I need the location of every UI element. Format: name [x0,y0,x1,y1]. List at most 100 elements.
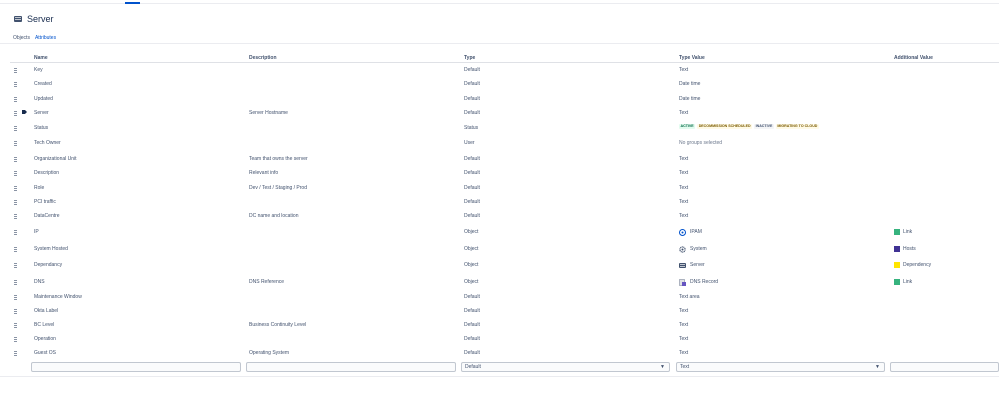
table-row[interactable]: Updated Default Date time [0,95,999,103]
table-row[interactable]: DNS DNS Reference Object DNS Record Link [0,278,999,286]
attribute-type-value: Text [679,321,688,329]
drag-handle-icon[interactable] [14,124,18,132]
drag-handle-icon[interactable] [14,184,18,192]
drag-handle-icon[interactable] [14,155,18,163]
table-row[interactable]: Maintenance Window Default Text area [0,293,999,301]
tabs-divider [0,43,999,44]
drag-handle-icon[interactable] [14,321,18,329]
table-row[interactable]: PCI traffic Default Text [0,198,999,206]
attribute-type-value: System [679,245,707,253]
attribute-name: DNS [34,279,45,285]
page-header: Server [14,13,54,25]
table-row[interactable]: IP Object IPAM Link [0,228,999,236]
drag-handle-icon[interactable] [14,293,18,301]
table-row[interactable]: Guest OS Operating System Default Text [0,349,999,357]
table-row[interactable]: Description Relevant info Default Text [0,169,999,177]
attribute-type-value: Date time [679,95,700,103]
column-header-name: Name [34,55,48,61]
new-attribute-description-input[interactable] [246,362,456,372]
attribute-name: Organizational Unit [34,156,77,162]
table-row[interactable]: DataCentre DC name and location Default Tex… [0,212,999,220]
status-lozenge: MIGRATING TO CLOUD [775,124,819,129]
table-row[interactable]: Role Dev / Test / Staging / Prod Default Te… [0,184,999,192]
attribute-additional-value: Dependency [894,261,931,269]
drag-handle-icon[interactable] [14,349,18,357]
drag-handle-icon[interactable] [14,335,18,343]
table-row[interactable]: Organizational Unit Team that owns the se… [0,155,999,163]
table-row[interactable]: Okta Label Default Text [0,307,999,315]
attribute-description: DC name and location [249,213,299,219]
column-header-type-value: Type Value [679,55,705,61]
attribute-name: Okta Label [34,308,59,314]
attribute-type: Default [464,185,480,191]
server-icon [14,16,22,22]
attribute-type-value: Date time [679,80,700,88]
table-row[interactable]: Server Server Hostname Default Text [0,109,999,117]
chevron-down-icon: ▼ [660,364,665,370]
table-row[interactable]: Dependancy Object Server Dependency [0,261,999,269]
drag-handle-icon[interactable] [14,212,18,220]
attribute-type-value: Text [679,109,688,117]
attribute-name: System Hosted [34,246,68,252]
drag-handle-icon[interactable] [14,80,18,88]
drag-handle-icon[interactable] [14,139,18,147]
type-value-text: Text [679,67,689,73]
table-row[interactable]: BC Level Business Continuity Level Default… [0,321,999,329]
table-row[interactable]: Key Default Text [0,66,999,74]
attribute-type: Object [464,279,479,285]
table-row[interactable]: System Hosted Object System Hosts [0,245,999,253]
attribute-type-value: Text [679,198,688,206]
attribute-type: Object [464,229,479,235]
drag-handle-icon[interactable] [14,109,18,117]
attribute-type: Default [464,350,480,356]
reference-color-swatch [894,246,900,252]
attribute-description: Business Continuity Level [249,322,307,328]
page-title: Server [27,14,54,24]
attribute-type: User [464,140,475,146]
attribute-type-value: Text [679,349,688,357]
type-value-text: Text [679,156,689,162]
attribute-name: IP [34,229,39,235]
attribute-additional-value: Link [894,228,912,236]
attribute-type-value: IPAM [679,228,702,236]
status-lozenge: DECOMMISSION SCHEDULED [697,124,753,129]
drag-handle-icon[interactable] [14,228,18,236]
new-attribute-type-select[interactable]: Default ▼ [461,362,670,372]
drag-handle-icon[interactable] [14,278,18,286]
attribute-type: Default [464,322,480,328]
drag-handle-icon[interactable] [14,169,18,177]
drag-handle-icon[interactable] [14,307,18,315]
attribute-name: DataCentre [34,213,60,219]
type-value-text: Server [690,262,705,268]
type-value-text: Text [679,199,689,205]
attribute-type-value: DNS Record [679,278,718,286]
attribute-type-value: Text [679,169,688,177]
attribute-type: Object [464,246,479,252]
type-value-text: Text [679,185,689,191]
attribute-name: Maintenance Window [34,294,82,300]
attribute-description: Server Hostname [249,110,288,116]
table-row[interactable]: Created Default Date time [0,80,999,88]
attribute-type: Default [464,156,480,162]
new-attribute-name-input[interactable] [31,362,241,372]
drag-handle-icon[interactable] [14,198,18,206]
attribute-name: Tech Owner [34,140,61,146]
drag-handle-icon[interactable] [14,66,18,74]
table-row[interactable]: Status Status ACTIVE DECOMMISSION SCHEDULED… [0,124,999,132]
attribute-name: Operation [34,336,56,342]
drag-handle-icon[interactable] [14,245,18,253]
column-header-description: Description [249,55,277,61]
new-attribute-row: Default ▼ Text ▼ [29,362,999,372]
drag-handle-icon[interactable] [14,261,18,269]
attribute-description: Operating System [249,350,290,356]
table-row[interactable]: Tech Owner User No groups selected [0,139,999,147]
additional-value-text: Hosts [903,246,916,252]
attribute-additional-value: Hosts [894,245,916,253]
attribute-type-value: Text [679,155,688,163]
drag-handle-icon[interactable] [14,95,18,103]
table-row[interactable]: Operation Default Text [0,335,999,343]
new-attribute-type-value-select[interactable]: Text ▼ [676,362,885,372]
attribute-name: Guest OS [34,350,56,356]
new-attribute-additional-input[interactable] [890,362,999,372]
system-gear-icon [679,245,686,253]
